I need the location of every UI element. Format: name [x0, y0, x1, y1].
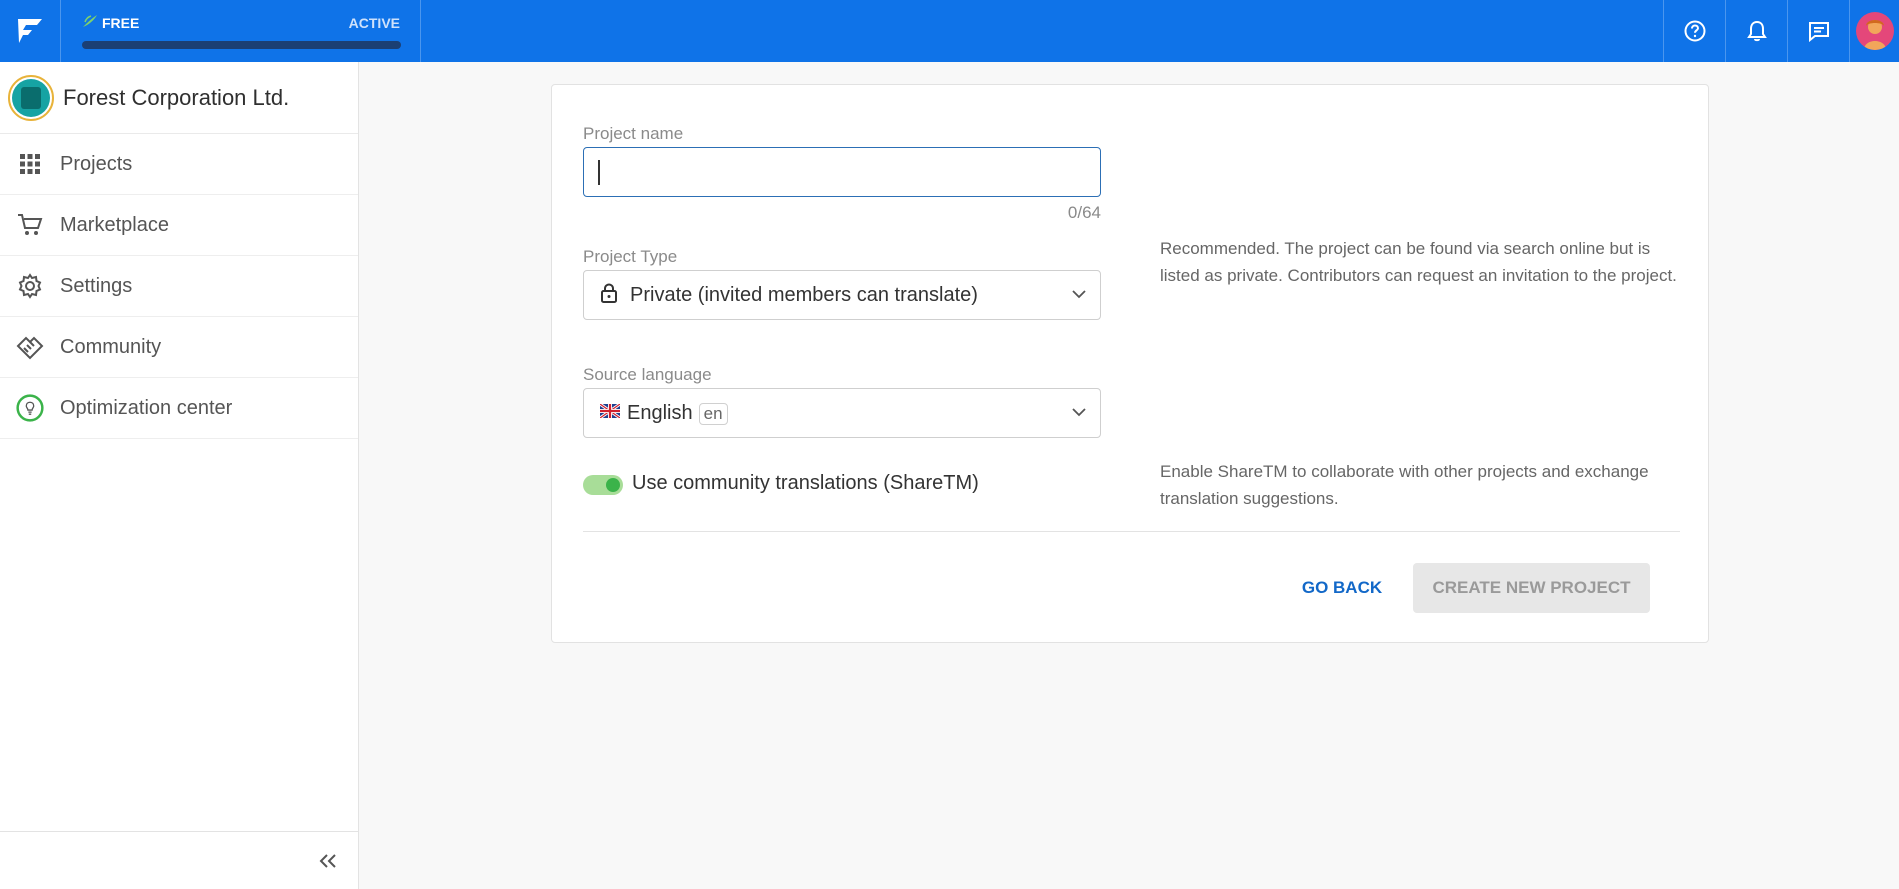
go-back-button[interactable]: GO BACK [1292, 563, 1392, 613]
sidebar-item-marketplace[interactable]: Marketplace [0, 195, 358, 256]
logo-icon [18, 19, 42, 43]
messages-button[interactable] [1787, 0, 1849, 62]
source-language-label: Source language [583, 365, 712, 384]
cart-icon [16, 211, 44, 239]
sidebar-item-label: Community [60, 335, 162, 358]
app-logo[interactable] [0, 0, 61, 62]
uk-flag-icon [599, 402, 621, 423]
org-name: Forest Corporation Ltd. [63, 84, 290, 110]
sidebar-item-label: Marketplace [60, 213, 169, 236]
sidebar-item-projects[interactable]: Projects [0, 134, 358, 195]
lock-icon [600, 282, 618, 308]
sidebar: Forest Corporation Ltd. Projects Marketp… [0, 62, 359, 889]
project-type-select[interactable]: Private (invited members can translate) [583, 270, 1101, 320]
plan-label: FREE [102, 14, 140, 31]
chat-icon [1808, 22, 1829, 42]
project-type-value: Private (invited members can translate) [630, 283, 978, 306]
chevron-down-icon [1072, 286, 1086, 304]
handshake-icon [16, 333, 44, 361]
gear-icon [16, 272, 44, 300]
sharetm-help: Enable ShareTM to collaborate with other… [1160, 462, 1649, 508]
text-caret [598, 160, 600, 185]
plan-progress-bar [82, 41, 401, 49]
source-language-value: English [627, 401, 693, 424]
organization-switcher[interactable]: Forest Corporation Ltd. [0, 62, 358, 134]
chevron-down-icon [1072, 404, 1086, 422]
sidebar-item-settings[interactable]: Settings [0, 256, 358, 317]
plan-status-panel[interactable]: FREE ACTIVE [61, 0, 421, 62]
create-new-project-button[interactable]: CREATE NEW PROJECT [1413, 563, 1650, 613]
source-language-select[interactable]: English en [583, 388, 1101, 438]
sidebar-item-optimization-center[interactable]: Optimization center [0, 378, 358, 439]
notifications-button[interactable] [1725, 0, 1787, 62]
divider [583, 531, 1680, 532]
top-bar: FREE ACTIVE [0, 0, 1899, 62]
plan-status: ACTIVE [348, 14, 400, 31]
leaf-icon [82, 14, 98, 31]
toggle-knob [606, 478, 620, 492]
grid-icon [16, 150, 44, 178]
sidebar-item-label: Projects [60, 152, 133, 175]
project-name-counter: 0/64 [1067, 203, 1101, 222]
help-icon [1684, 20, 1705, 42]
sidebar-item-label: Optimization center [60, 396, 233, 419]
org-logo [8, 74, 54, 121]
sidebar-item-label: Settings [60, 274, 133, 297]
collapse-sidebar-button[interactable] [0, 831, 358, 889]
sharetm-toggle[interactable] [583, 475, 623, 495]
lightbulb-icon [16, 394, 44, 422]
project-type-help: Recommended. The project can be found vi… [1160, 239, 1677, 285]
help-button[interactable] [1663, 0, 1725, 62]
project-type-label: Project Type [583, 247, 678, 266]
new-project-form: Project name 0/64 Project Type Private (… [551, 84, 1709, 643]
sharetm-label: Use community translations (ShareTM) [632, 472, 979, 494]
language-code-badge: en [698, 402, 728, 425]
avatar [1855, 12, 1894, 50]
project-name-label: Project name [583, 124, 684, 143]
sidebar-item-community[interactable]: Community [0, 317, 358, 378]
bell-icon [1746, 20, 1767, 42]
project-name-input[interactable] [583, 147, 1101, 197]
user-menu[interactable] [1849, 0, 1899, 62]
double-chevron-left-icon [319, 853, 336, 868]
